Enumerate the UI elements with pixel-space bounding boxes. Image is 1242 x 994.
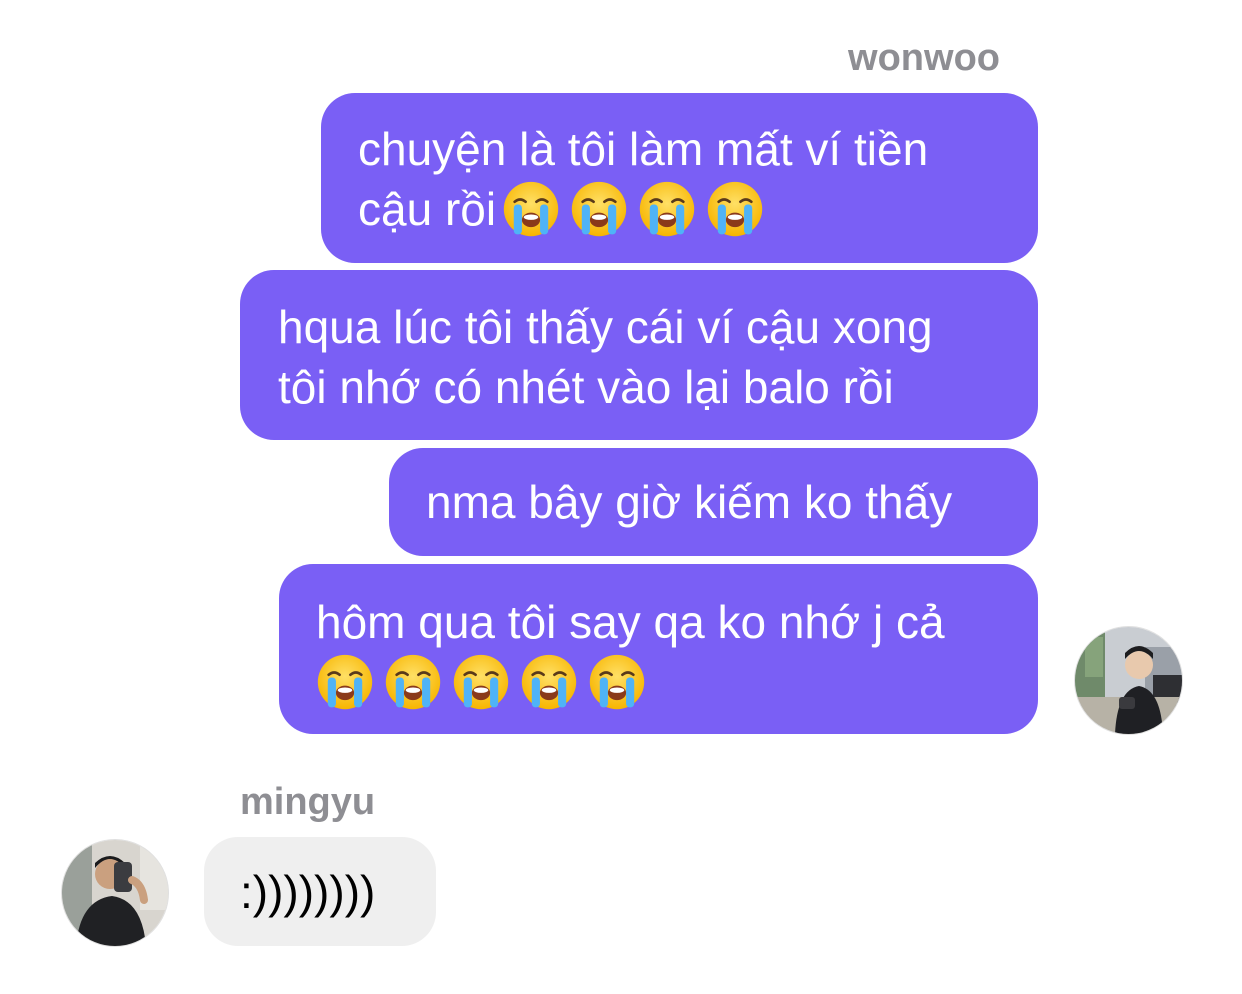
profile-photo-icon [1075, 627, 1182, 734]
emoji-group [502, 179, 764, 239]
avatar-wonwoo[interactable] [1074, 626, 1183, 735]
loudly-crying-face-icon [639, 181, 695, 237]
message-text-line: hôm qua tôi say qa ko nhớ j cả [316, 596, 945, 648]
loudly-crying-face-icon [317, 654, 373, 710]
message-text-line: tôi nhớ có nhét vào lại balo rồi [278, 361, 894, 413]
loudly-crying-face-icon [589, 654, 645, 710]
message-text-line: cậu rồi [358, 183, 497, 235]
loudly-crying-face-icon [385, 654, 441, 710]
avatar-mingyu[interactable] [61, 839, 169, 947]
loudly-crying-face-icon [707, 181, 763, 237]
message-bubble-outgoing[interactable]: hqua lúc tôi thấy cái ví cậu xong tôi nh… [240, 270, 1038, 440]
loudly-crying-face-icon [571, 181, 627, 237]
message-text-line: chuyện là tôi làm mất ví tiền [358, 123, 929, 175]
loudly-crying-face-icon [521, 654, 577, 710]
profile-photo-icon [62, 840, 168, 946]
message-bubble-incoming[interactable]: :)))))))) [204, 837, 436, 946]
sender-name-wonwoo: wonwoo [848, 37, 1000, 79]
loudly-crying-face-icon [453, 654, 509, 710]
message-bubble-outgoing[interactable]: chuyện là tôi làm mất ví tiền cậu rồi [321, 93, 1038, 263]
message-text-line: :)))))))) [240, 866, 376, 918]
loudly-crying-face-icon [503, 181, 559, 237]
message-text-line: nma bây giờ kiếm ko thấy [426, 476, 953, 528]
sender-name-mingyu: mingyu [240, 781, 376, 823]
message-bubble-outgoing[interactable]: nma bây giờ kiếm ko thấy [389, 448, 1038, 556]
message-bubble-outgoing[interactable]: hôm qua tôi say qa ko nhớ j cả [279, 564, 1038, 734]
emoji-group [316, 652, 646, 712]
message-text-line: hqua lúc tôi thấy cái ví cậu xong [278, 301, 933, 353]
